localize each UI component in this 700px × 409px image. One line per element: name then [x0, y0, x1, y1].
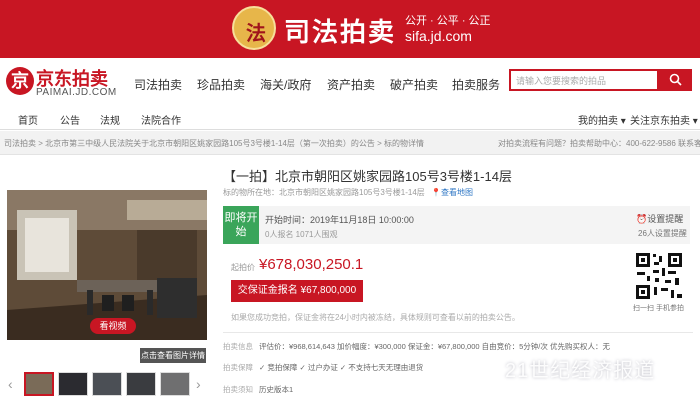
auction-info-row: 拍卖信息 评估价：¥968,614,643 加价幅度：¥300,000 保证金：¥…: [223, 341, 610, 352]
status-badge: 即将开始: [223, 206, 259, 244]
nav-customs[interactable]: 海关/政府: [260, 76, 311, 93]
guarantee-label: 拍卖保障: [223, 363, 253, 372]
history-version-link[interactable]: 历史版本1: [259, 385, 293, 394]
thumbnail[interactable]: [24, 372, 54, 396]
help-center-link[interactable]: 对拍卖流程有问题？拍卖帮助中心：400-622-9586 联系客服: [498, 138, 700, 149]
subnav-home[interactable]: 首页: [18, 112, 38, 127]
set-reminder-button[interactable]: ⏰设置提醒: [636, 212, 683, 225]
view-map-link[interactable]: 查看地图: [441, 188, 473, 197]
thumbnail-next-button[interactable]: ›: [196, 376, 201, 392]
start-time: 开始时间：2019年11月18日 10:00:00: [265, 215, 414, 225]
map-pin-icon: 📍: [431, 188, 442, 197]
subnav-laws[interactable]: 法规: [100, 112, 120, 127]
address-label: 标的物所在地：: [223, 188, 279, 197]
starting-price: ¥678,030,250.1: [259, 256, 364, 273]
item-address: 标的物所在地：北京市朝阳区姚家园路105号3号楼1-14层 📍查看地图: [223, 187, 473, 198]
view-photos-button[interactable]: 点击查看图片详情: [140, 348, 206, 363]
search-button[interactable]: [659, 69, 692, 91]
banner-slogan: 公开 · 公平 · 公正: [405, 15, 491, 27]
qr-caption: 扫一扫 手机参拍: [633, 305, 684, 312]
top-banner: 法 司法拍卖 公开 · 公平 · 公正 sifa.jd.com: [0, 0, 700, 58]
auction-info-values: 评估价：¥968,614,643 加价幅度：¥300,000 保证金：¥67,8…: [259, 342, 610, 351]
price-label: 起拍价: [231, 263, 255, 272]
guarantee-row: 拍卖保障 ✓ 竞拍保障 ✓ 过户办证 ✓ 不支持七天无理由退货: [223, 362, 423, 373]
breadcrumb: 司法拍卖 > 北京市第三中级人民法院关于北京市朝阳区姚家园路105号3号楼1-1…: [0, 131, 700, 155]
pay-deposit-button[interactable]: 交保证金报名 ¥67,800,000: [231, 280, 363, 302]
thumbnail[interactable]: [58, 372, 88, 396]
watcher-count: 0人报名 1071人围观: [265, 230, 338, 239]
logo-domain: PAIMAI.JD.COM: [36, 87, 117, 98]
divider: [223, 332, 693, 333]
banner-title: 司法拍卖: [284, 17, 397, 47]
nav-bankruptcy[interactable]: 破产拍卖: [390, 76, 438, 93]
nav-judicial[interactable]: 司法拍卖: [134, 76, 182, 93]
my-auctions-menu[interactable]: 我的拍卖 ▾: [578, 112, 626, 127]
notice-label: 拍卖须知: [223, 385, 253, 394]
subnav-court-cooperation[interactable]: 法院合作: [141, 112, 181, 127]
thumbnail[interactable]: [126, 372, 156, 396]
notice-row: 拍卖须知 历史版本1: [223, 384, 293, 395]
thumbnail-prev-button[interactable]: ‹: [8, 376, 13, 392]
search-input[interactable]: 请输入您要搜索的拍品: [509, 69, 659, 91]
auction-info-label: 拍卖信息: [223, 342, 253, 351]
thumbnail[interactable]: [160, 372, 190, 396]
thumbnail[interactable]: [92, 372, 122, 396]
guarantee-values: ✓ 竞拍保障 ✓ 过户办证 ✓ 不支持七天无理由退货: [259, 363, 424, 372]
follow-menu[interactable]: 关注京东拍卖 ▾: [630, 112, 698, 127]
jd-logo-icon[interactable]: 京: [6, 67, 34, 95]
reminder-count: 26人设置提醒: [638, 229, 687, 238]
item-title: 【一拍】北京市朝阳区姚家园路105号3号楼1-14层: [223, 169, 512, 184]
subnav-notices[interactable]: 公告: [60, 112, 80, 127]
nav-assets[interactable]: 资产拍卖: [327, 76, 375, 93]
watch-video-button[interactable]: 看视频: [90, 318, 136, 334]
breadcrumb-path[interactable]: 司法拍卖 > 北京市第三中级人民法院关于北京市朝阳区姚家园路105号3号楼1-1…: [4, 138, 424, 149]
publisher-watermark: 21世纪经济报道: [505, 360, 656, 382]
alarm-clock-icon: ⏰: [636, 214, 648, 224]
search-icon: [669, 73, 682, 86]
banner-domain: sifa.jd.com: [405, 28, 472, 44]
deposit-notice: 如果您成功竞拍，保证金将在24小时内被冻结，具体规则可查看以前的拍卖公告。: [231, 313, 520, 322]
qr-code-icon: [635, 252, 683, 300]
address-value: 北京市朝阳区姚家园路105号3号楼1-14层: [279, 188, 425, 197]
court-emblem-icon: 法: [232, 6, 276, 50]
nav-treasures[interactable]: 珍品拍卖: [197, 76, 245, 93]
nav-services[interactable]: 拍卖服务: [452, 76, 500, 93]
sub-navigation: 首页 公告 法规 法院合作 我的拍卖 ▾ 关注京东拍卖 ▾: [0, 106, 700, 130]
